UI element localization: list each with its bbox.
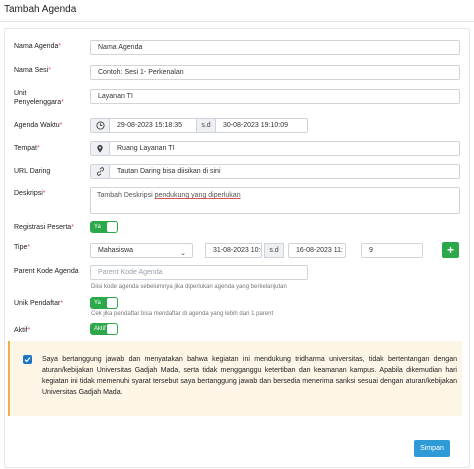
label-nama-agenda: Nama Agenda* <box>14 43 62 50</box>
add-tipe-button[interactable]: + <box>442 242 459 258</box>
agenda-start-input[interactable]: 29-08-2023 15:18:35 <box>109 118 197 133</box>
tipe-start-input[interactable]: 31-08-2023 10:0 <box>205 243 262 258</box>
link-icon <box>90 164 110 179</box>
unik-toggle[interactable]: Ya <box>90 297 118 309</box>
aktif-toggle-label: Aktif <box>94 326 106 332</box>
label-tipe: Tipe* <box>14 244 31 251</box>
url-daring-input[interactable]: Tautan Daring bisa diisikan di sini <box>109 164 460 179</box>
deskripsi-text-b: pendukung yang diperlukan <box>154 192 241 199</box>
toggle-knob <box>107 222 117 232</box>
registrasi-toggle[interactable]: Ya <box>90 221 118 233</box>
label-agenda-waktu: Agenda Waktu* <box>14 122 63 129</box>
label-parent: Parent Kode Agenda <box>14 268 79 275</box>
nama-sesi-input[interactable]: Contoh: Sesi 1- Perkenalan <box>90 65 460 80</box>
map-pin-icon <box>90 141 110 156</box>
tipe-sd-label: s.d <box>264 243 284 258</box>
chevron-down-icon: ⌄ <box>180 250 186 257</box>
unik-help-text: Cek jika pendaftar bisa mendaftar di age… <box>91 311 274 317</box>
agreement-checkbox[interactable] <box>23 355 32 364</box>
registrasi-toggle-label: Ya <box>94 224 101 230</box>
tipe-select[interactable]: Mahasiswa ⌄ <box>90 243 193 258</box>
label-unit: Unit Penyelenggara* <box>14 90 64 106</box>
unik-toggle-label: Ya <box>94 300 101 306</box>
label-tempat: Tempat* <box>14 145 40 152</box>
parent-help-text: Diisi kode agenda sebelumnya jika diperl… <box>91 284 287 290</box>
clock-icon <box>90 118 110 133</box>
deskripsi-textarea[interactable]: Tambah Deskripsi pendukung yang diperluk… <box>90 187 460 214</box>
modal-title: Tambah Agenda <box>4 4 77 15</box>
label-nama-sesi: Nama Sesi* <box>14 67 51 74</box>
save-button[interactable]: Simpan <box>414 440 450 457</box>
parent-kode-input[interactable]: Parent Kode Agenda <box>90 265 308 280</box>
check-icon <box>24 357 31 363</box>
label-deskripsi: Deskripsi* <box>14 190 46 197</box>
agenda-end-input[interactable]: 30-08-2023 19:10:09 <box>215 118 308 133</box>
label-unik: Unik Pendaftar* <box>14 300 64 307</box>
agreement-notice: Saya bertanggung jawab dan menyatakan ba… <box>8 341 462 416</box>
tipe-end-input[interactable]: 16-08-2023 11: <box>288 243 346 258</box>
label-registrasi: Registrasi Peserta* <box>14 224 74 231</box>
modal-header: Tambah Agenda <box>0 0 474 22</box>
label-aktif: Aktif* <box>14 327 31 334</box>
quota-input[interactable]: 9 <box>361 243 423 258</box>
tipe-selected: Mahasiswa <box>98 247 134 254</box>
toggle-knob <box>107 324 117 334</box>
tempat-input[interactable]: Ruang Layanan TI <box>109 141 460 156</box>
unit-input[interactable]: Layanan TI <box>90 89 460 104</box>
nama-agenda-input[interactable]: Nama Agenda <box>90 40 460 55</box>
aktif-toggle[interactable]: Aktif <box>90 323 118 335</box>
agreement-text: Saya bertanggung jawab dan menyatakan ba… <box>42 356 457 396</box>
toggle-knob <box>107 298 117 308</box>
sd-label: s.d <box>196 118 216 133</box>
deskripsi-text-a: Tambah Deskripsi <box>97 192 155 199</box>
label-url-daring: URL Daring <box>14 168 51 175</box>
